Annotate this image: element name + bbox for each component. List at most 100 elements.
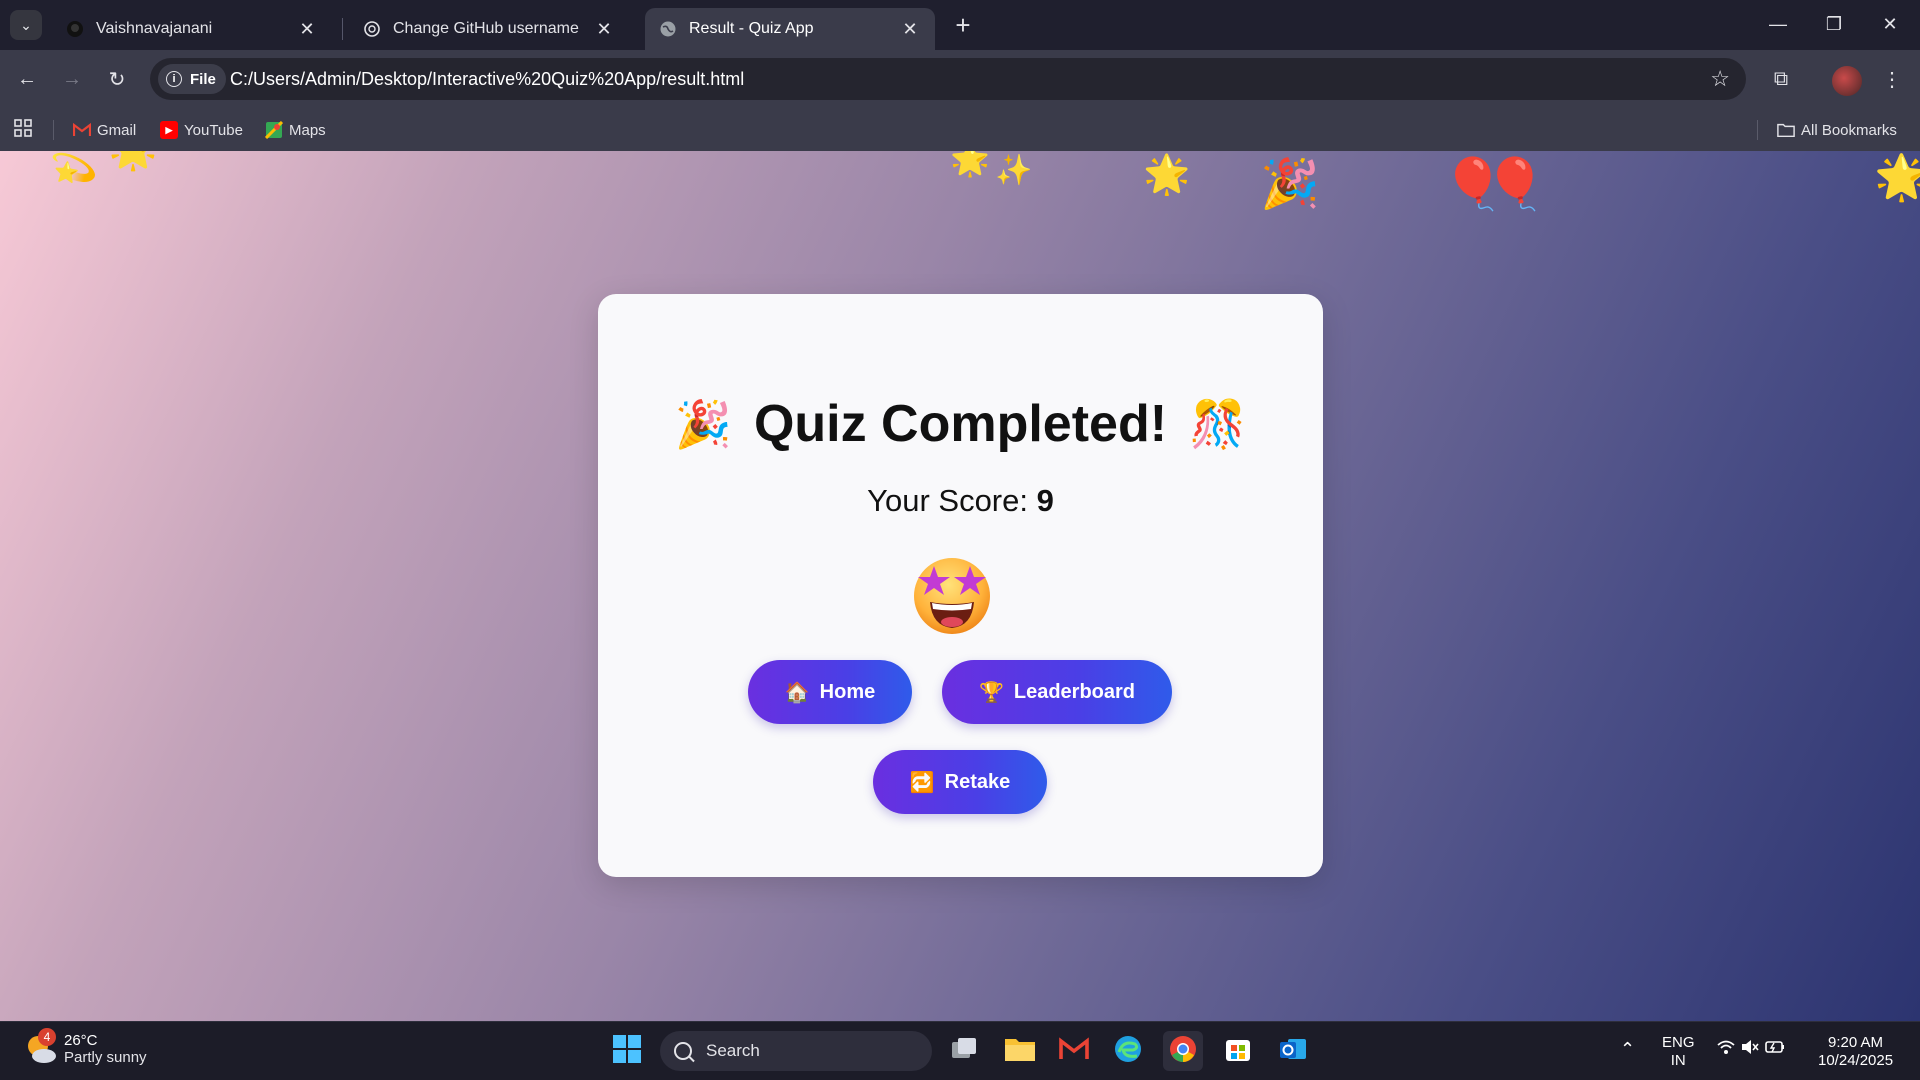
address-bar[interactable]: i File C:/Users/Admin/Desktop/Interactiv… xyxy=(150,58,1746,100)
star-icon: 🌟 xyxy=(108,151,158,169)
youtube-icon: ▶ xyxy=(160,121,178,139)
outlook-icon xyxy=(1278,1034,1308,1069)
taskbar-search[interactable]: Search xyxy=(660,1031,932,1071)
tab-title: Vaishnavajanani xyxy=(96,20,213,37)
leaderboard-button[interactable]: 🏆 Leaderboard xyxy=(942,660,1172,724)
outlook-button[interactable] xyxy=(1273,1031,1313,1071)
bookmark-label: Maps xyxy=(289,121,326,139)
weather-badge: 4 xyxy=(38,1028,56,1046)
edge-button[interactable] xyxy=(1108,1031,1148,1071)
file-explorer-button[interactable] xyxy=(1000,1031,1040,1071)
tab-title: Change GitHub username xyxy=(393,20,579,37)
menu-button[interactable]: ⋮ xyxy=(1877,64,1907,94)
language-line2: IN xyxy=(1670,1052,1686,1069)
extensions-button[interactable]: ⧉ xyxy=(1766,64,1796,94)
tab-strip: ⌄ Vaishnavajanani ✕ Change GitHub userna… xyxy=(0,0,1920,50)
bookmarks-bar: Gmail ▶ YouTube Maps All Bookmarks xyxy=(0,108,1920,151)
clock[interactable]: 9:20 AM 10/24/2025 xyxy=(1818,1034,1893,1070)
clock-date: 10/24/2025 xyxy=(1818,1052,1894,1069)
retake-button-label: Retake xyxy=(944,770,1011,793)
bookmark-label: Gmail xyxy=(97,121,137,139)
chrome-icon xyxy=(1168,1034,1198,1069)
close-window-button[interactable]: ✕ xyxy=(1862,0,1918,48)
restore-button[interactable]: ❐ xyxy=(1806,0,1862,48)
more-vert-icon: ⋮ xyxy=(1882,68,1902,91)
leaderboard-button-label: Leaderboard xyxy=(1013,680,1136,703)
score-line: Your Score: 9 xyxy=(598,483,1323,519)
title-text: Quiz Completed! xyxy=(753,395,1168,453)
bookmark-star-icon[interactable]: ☆ xyxy=(1710,66,1730,92)
star-icon: 🌟 xyxy=(1143,154,1191,196)
sparkles-icon: ✨ xyxy=(995,154,1033,187)
star-icon: 🌟 xyxy=(1874,153,1920,202)
close-icon[interactable]: ✕ xyxy=(593,18,615,40)
globe-icon xyxy=(659,20,677,38)
chrome-button[interactable] xyxy=(1163,1031,1203,1071)
bookmark-maps[interactable]: Maps xyxy=(265,117,326,143)
language-indicator[interactable]: ENG IN xyxy=(1662,1034,1695,1070)
star-struck-face-icon xyxy=(910,552,994,636)
balloon-icon: 🎈 xyxy=(1484,156,1547,212)
score-value: 9 xyxy=(1036,483,1054,518)
tab-change-github-username[interactable]: Change GitHub username ✕ xyxy=(349,8,629,50)
task-view-button[interactable] xyxy=(945,1031,985,1071)
site-info-chip[interactable]: i File xyxy=(158,64,226,94)
edge-icon xyxy=(1113,1034,1143,1069)
bookmark-separator xyxy=(1757,120,1758,140)
retake-button[interactable]: 🔁 Retake xyxy=(873,750,1047,814)
bookmark-youtube[interactable]: ▶ YouTube xyxy=(160,117,243,143)
wifi-icon xyxy=(1716,1040,1740,1060)
back-button[interactable]: ← xyxy=(12,64,42,94)
language-line1: ENG xyxy=(1662,1034,1695,1051)
clock-time: 9:20 AM xyxy=(1828,1034,1884,1051)
new-tab-button[interactable]: + xyxy=(948,10,978,40)
home-button[interactable]: 🏠 Home xyxy=(748,660,912,724)
tab-result-quiz-app[interactable]: Result - Quiz App ✕ xyxy=(645,8,935,50)
gmail-icon xyxy=(73,121,91,139)
tab-separator xyxy=(342,18,343,40)
result-card: 🎉 Quiz Completed! 🎊 Your Score: 9 🏠 Home… xyxy=(598,294,1323,877)
repeat-icon: 🔁 xyxy=(909,771,935,794)
folder-icon xyxy=(1777,121,1795,139)
party-popper-icon: 🎉 xyxy=(1260,158,1320,211)
close-icon[interactable]: ✕ xyxy=(296,18,318,40)
reload-icon: ↻ xyxy=(108,68,126,91)
forward-button[interactable]: → xyxy=(57,64,87,94)
bookmark-label: YouTube xyxy=(184,121,243,139)
close-icon[interactable]: ✕ xyxy=(899,18,921,40)
weather-widget[interactable]: 4 26°C Partly sunny xyxy=(24,1028,147,1066)
page-title: 🎉 Quiz Completed! 🎊 xyxy=(598,394,1323,454)
chip-label: File xyxy=(190,70,216,88)
all-bookmarks-button[interactable]: All Bookmarks xyxy=(1777,117,1897,143)
weather-temp: 26°C xyxy=(64,1032,98,1049)
gmail-icon xyxy=(1059,1036,1089,1066)
reload-button[interactable]: ↻ xyxy=(102,64,132,94)
show-hidden-icons-button[interactable]: ⌃ xyxy=(1620,1040,1635,1058)
taskbar: 4 26°C Partly sunny Search ⌃ ENG IN 9:20… xyxy=(0,1021,1920,1080)
bookmark-separator xyxy=(53,120,54,140)
home-button-label: Home xyxy=(819,680,876,703)
tab-search-button[interactable]: ⌄ xyxy=(10,10,42,40)
speaker-muted-icon xyxy=(1740,1040,1764,1060)
page-content: 💫 🌟 🌟 ✨ 🌟 🎉 🎈 🎈 🌟 🎉 Quiz Completed! 🎊 Yo… xyxy=(0,151,1920,1021)
start-button[interactable] xyxy=(607,1031,647,1071)
apps-button[interactable] xyxy=(14,117,32,143)
browser-toolbar: ← → ↻ i File C:/Users/Admin/Desktop/Inte… xyxy=(0,50,1920,108)
task-view-icon xyxy=(950,1036,980,1067)
bookmark-gmail[interactable]: Gmail xyxy=(73,117,136,143)
minimize-button[interactable]: — xyxy=(1750,0,1806,48)
weather-desc: Partly sunny xyxy=(64,1049,147,1066)
confetti-ball-icon: 🎊 xyxy=(1189,397,1247,450)
star-icon: 🌟 xyxy=(950,151,990,177)
chevron-down-icon: ⌄ xyxy=(20,16,32,33)
tab-vaishnavajanani[interactable]: Vaishnavajanani ✕ xyxy=(52,8,332,50)
apps-grid-icon xyxy=(14,119,32,141)
party-popper-icon: 🎉 xyxy=(674,397,732,450)
ms-store-button[interactable] xyxy=(1218,1031,1258,1071)
windows-icon xyxy=(612,1034,642,1069)
system-tray-icons[interactable] xyxy=(1716,1038,1786,1061)
openai-icon xyxy=(363,20,381,38)
gmail-app-button[interactable] xyxy=(1054,1031,1094,1071)
profile-avatar[interactable] xyxy=(1832,66,1862,96)
url-text[interactable]: C:/Users/Admin/Desktop/Interactive%20Qui… xyxy=(230,69,744,90)
